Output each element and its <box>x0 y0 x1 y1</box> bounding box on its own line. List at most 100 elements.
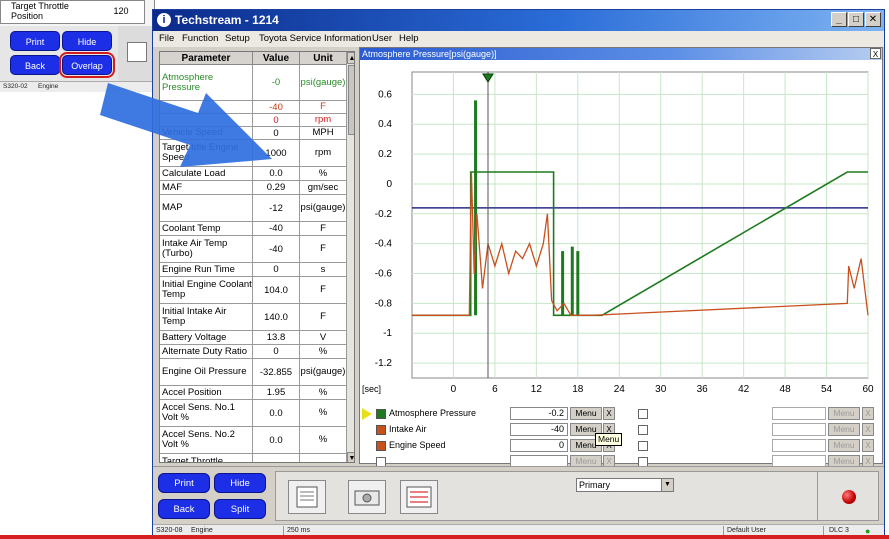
row-unit: rpm <box>314 114 332 125</box>
row-value: 1.95 <box>253 386 300 399</box>
series-value: 0 <box>510 439 568 452</box>
graph-settings-icon[interactable] <box>288 480 326 514</box>
bg-status-code: S320-02 <box>3 83 28 90</box>
row-unit: psi(gauge) <box>300 202 346 213</box>
empty-remove-button[interactable]: X <box>862 423 874 436</box>
table-row[interactable]: Battery Voltage 13.8 V <box>160 331 346 345</box>
table-row[interactable]: MAP -12 psi(gauge) <box>160 195 346 222</box>
row-parameter: Engine Oil Pressure <box>160 359 253 385</box>
chevron-down-icon[interactable]: ▼ <box>661 479 673 491</box>
row-parameter: Engine Run Time <box>160 263 253 276</box>
record-panel <box>817 471 879 521</box>
x-tick-label: 18 <box>572 384 584 395</box>
x-tick-label: 54 <box>821 384 833 395</box>
series-checkbox[interactable] <box>638 425 648 435</box>
row-parameter: Initial Engine Coolant Temp <box>160 277 253 303</box>
back-button[interactable]: Back <box>158 499 210 519</box>
empty-remove-button[interactable]: X <box>862 439 874 452</box>
empty-value-field <box>772 423 826 436</box>
table-row[interactable]: Accel Sens. No.1 Volt % 0.0% <box>160 400 346 427</box>
x-tick-label: 60 <box>862 384 874 395</box>
table-scrollbar[interactable]: ▲ ▼ <box>346 52 354 462</box>
table-row[interactable]: Accel Position 1.95% <box>160 386 346 400</box>
bg-row-parameter: Target Throttle Position <box>11 1 69 21</box>
y-tick-label: -1.2 <box>375 358 393 369</box>
tool-box: Primary ▼ <box>275 471 827 521</box>
bottom-panel: Print Hide Back Split Primary ▼ <box>153 466 884 523</box>
bg-hide-button[interactable]: Hide <box>62 31 112 51</box>
table-row[interactable]: Intake Air Temp (Turbo) -40 F <box>160 236 346 263</box>
empty-menu-button[interactable]: Menu <box>828 423 860 436</box>
table-row[interactable]: Engine Oil Pressure -32.855 psi(gauge) <box>160 359 346 386</box>
table-row[interactable]: Target Throttle Position120% <box>160 454 346 463</box>
row-unit: % <box>318 407 328 418</box>
table-row[interactable]: Engine Run Time 0 s <box>160 263 346 277</box>
row-value: 0 <box>253 345 300 358</box>
row-parameter: Alternate Duty Ratio <box>160 345 253 358</box>
row-parameter: Battery Voltage <box>160 331 253 344</box>
row-value: -32.855 <box>253 359 300 385</box>
record-button[interactable] <box>842 490 856 504</box>
empty-value-field <box>772 439 826 452</box>
menu-setup[interactable]: Setup <box>225 33 250 44</box>
row-unit: F <box>320 243 326 254</box>
series-color-swatch[interactable] <box>376 441 386 451</box>
row-value: 0 <box>253 263 300 276</box>
series-name: Atmosphere Pressure <box>389 408 477 418</box>
hide-button[interactable]: Hide <box>214 473 266 493</box>
series-menu-button[interactable]: Menu <box>570 407 602 420</box>
table-row[interactable]: MAF 0.29 gm/sec <box>160 181 346 195</box>
menu-function[interactable]: Function <box>182 33 218 44</box>
minimize-button[interactable]: _ <box>831 12 847 27</box>
bg-back-button[interactable]: Back <box>10 55 60 75</box>
table-row[interactable]: Initial Engine Coolant Temp 104.0 F <box>160 277 346 304</box>
graph-close-button[interactable]: X <box>870 48 881 59</box>
series-remove-button[interactable]: X <box>603 407 615 420</box>
row-unit: F <box>320 311 326 322</box>
scrollbar-thumb[interactable] <box>348 65 354 135</box>
screen: Target Throttle Position 120 Print Hide … <box>0 0 889 539</box>
title-bar[interactable]: i Techstream - 1214 _ □ ✕ <box>153 10 884 31</box>
table-row[interactable]: Alternate Duty Ratio 0% <box>160 345 346 359</box>
empty-remove-button[interactable]: X <box>862 407 874 420</box>
row-unit: gm/sec <box>307 181 339 193</box>
record-data-icon[interactable] <box>400 480 438 514</box>
y-tick-label: 0.6 <box>378 89 392 100</box>
row-unit: rpm <box>314 147 332 158</box>
primary-dropdown[interactable]: Primary ▼ <box>576 478 674 492</box>
table-row[interactable]: Initial Intake Air Temp 140.0 F <box>160 304 346 331</box>
series-color-swatch[interactable] <box>376 409 386 419</box>
menu-help[interactable]: Help <box>399 33 419 44</box>
x-tick-label: 24 <box>614 384 626 395</box>
scroll-down-icon[interactable]: ▼ <box>347 452 354 462</box>
bg-print-button[interactable]: Print <box>10 31 60 51</box>
row-parameter: Initial Intake Air Temp <box>160 304 253 330</box>
series-checkbox[interactable] <box>638 409 648 419</box>
table-row[interactable]: Coolant Temp -40 F <box>160 222 346 236</box>
close-button[interactable]: ✕ <box>865 12 881 27</box>
menu-toyota-service-information[interactable]: Toyota Service Information <box>259 33 371 44</box>
row-parameter: Target Throttle Position <box>160 454 253 462</box>
maximize-button[interactable]: □ <box>848 12 864 27</box>
print-button[interactable]: Print <box>158 473 210 493</box>
table-row[interactable]: Accel Sens. No.2 Volt % 0.0% <box>160 427 346 454</box>
series-checkbox[interactable] <box>638 441 648 451</box>
row-value: 0.29 <box>253 181 300 194</box>
empty-menu-button[interactable]: Menu <box>828 439 860 452</box>
row-unit: % <box>300 454 346 463</box>
y-tick-label: -0.2 <box>375 209 393 220</box>
y-tick-label: -0.8 <box>375 298 393 309</box>
menu-user[interactable]: User <box>372 33 392 44</box>
row-unit: psi(gauge) <box>300 76 346 88</box>
row-value: 120 <box>253 454 300 462</box>
split-button[interactable]: Split <box>214 499 266 519</box>
snapshot-icon[interactable] <box>348 480 386 514</box>
series-color-swatch[interactable] <box>376 425 386 435</box>
bg-status-module: Engine <box>38 83 59 90</box>
menu-file[interactable]: File <box>159 33 174 44</box>
scroll-up-icon[interactable]: ▲ <box>347 52 354 64</box>
y-tick-label: 0.4 <box>378 119 392 130</box>
row-unit: psi(gauge) <box>300 366 346 377</box>
empty-menu-button[interactable]: Menu <box>828 407 860 420</box>
x-tick-label: 42 <box>738 384 750 395</box>
